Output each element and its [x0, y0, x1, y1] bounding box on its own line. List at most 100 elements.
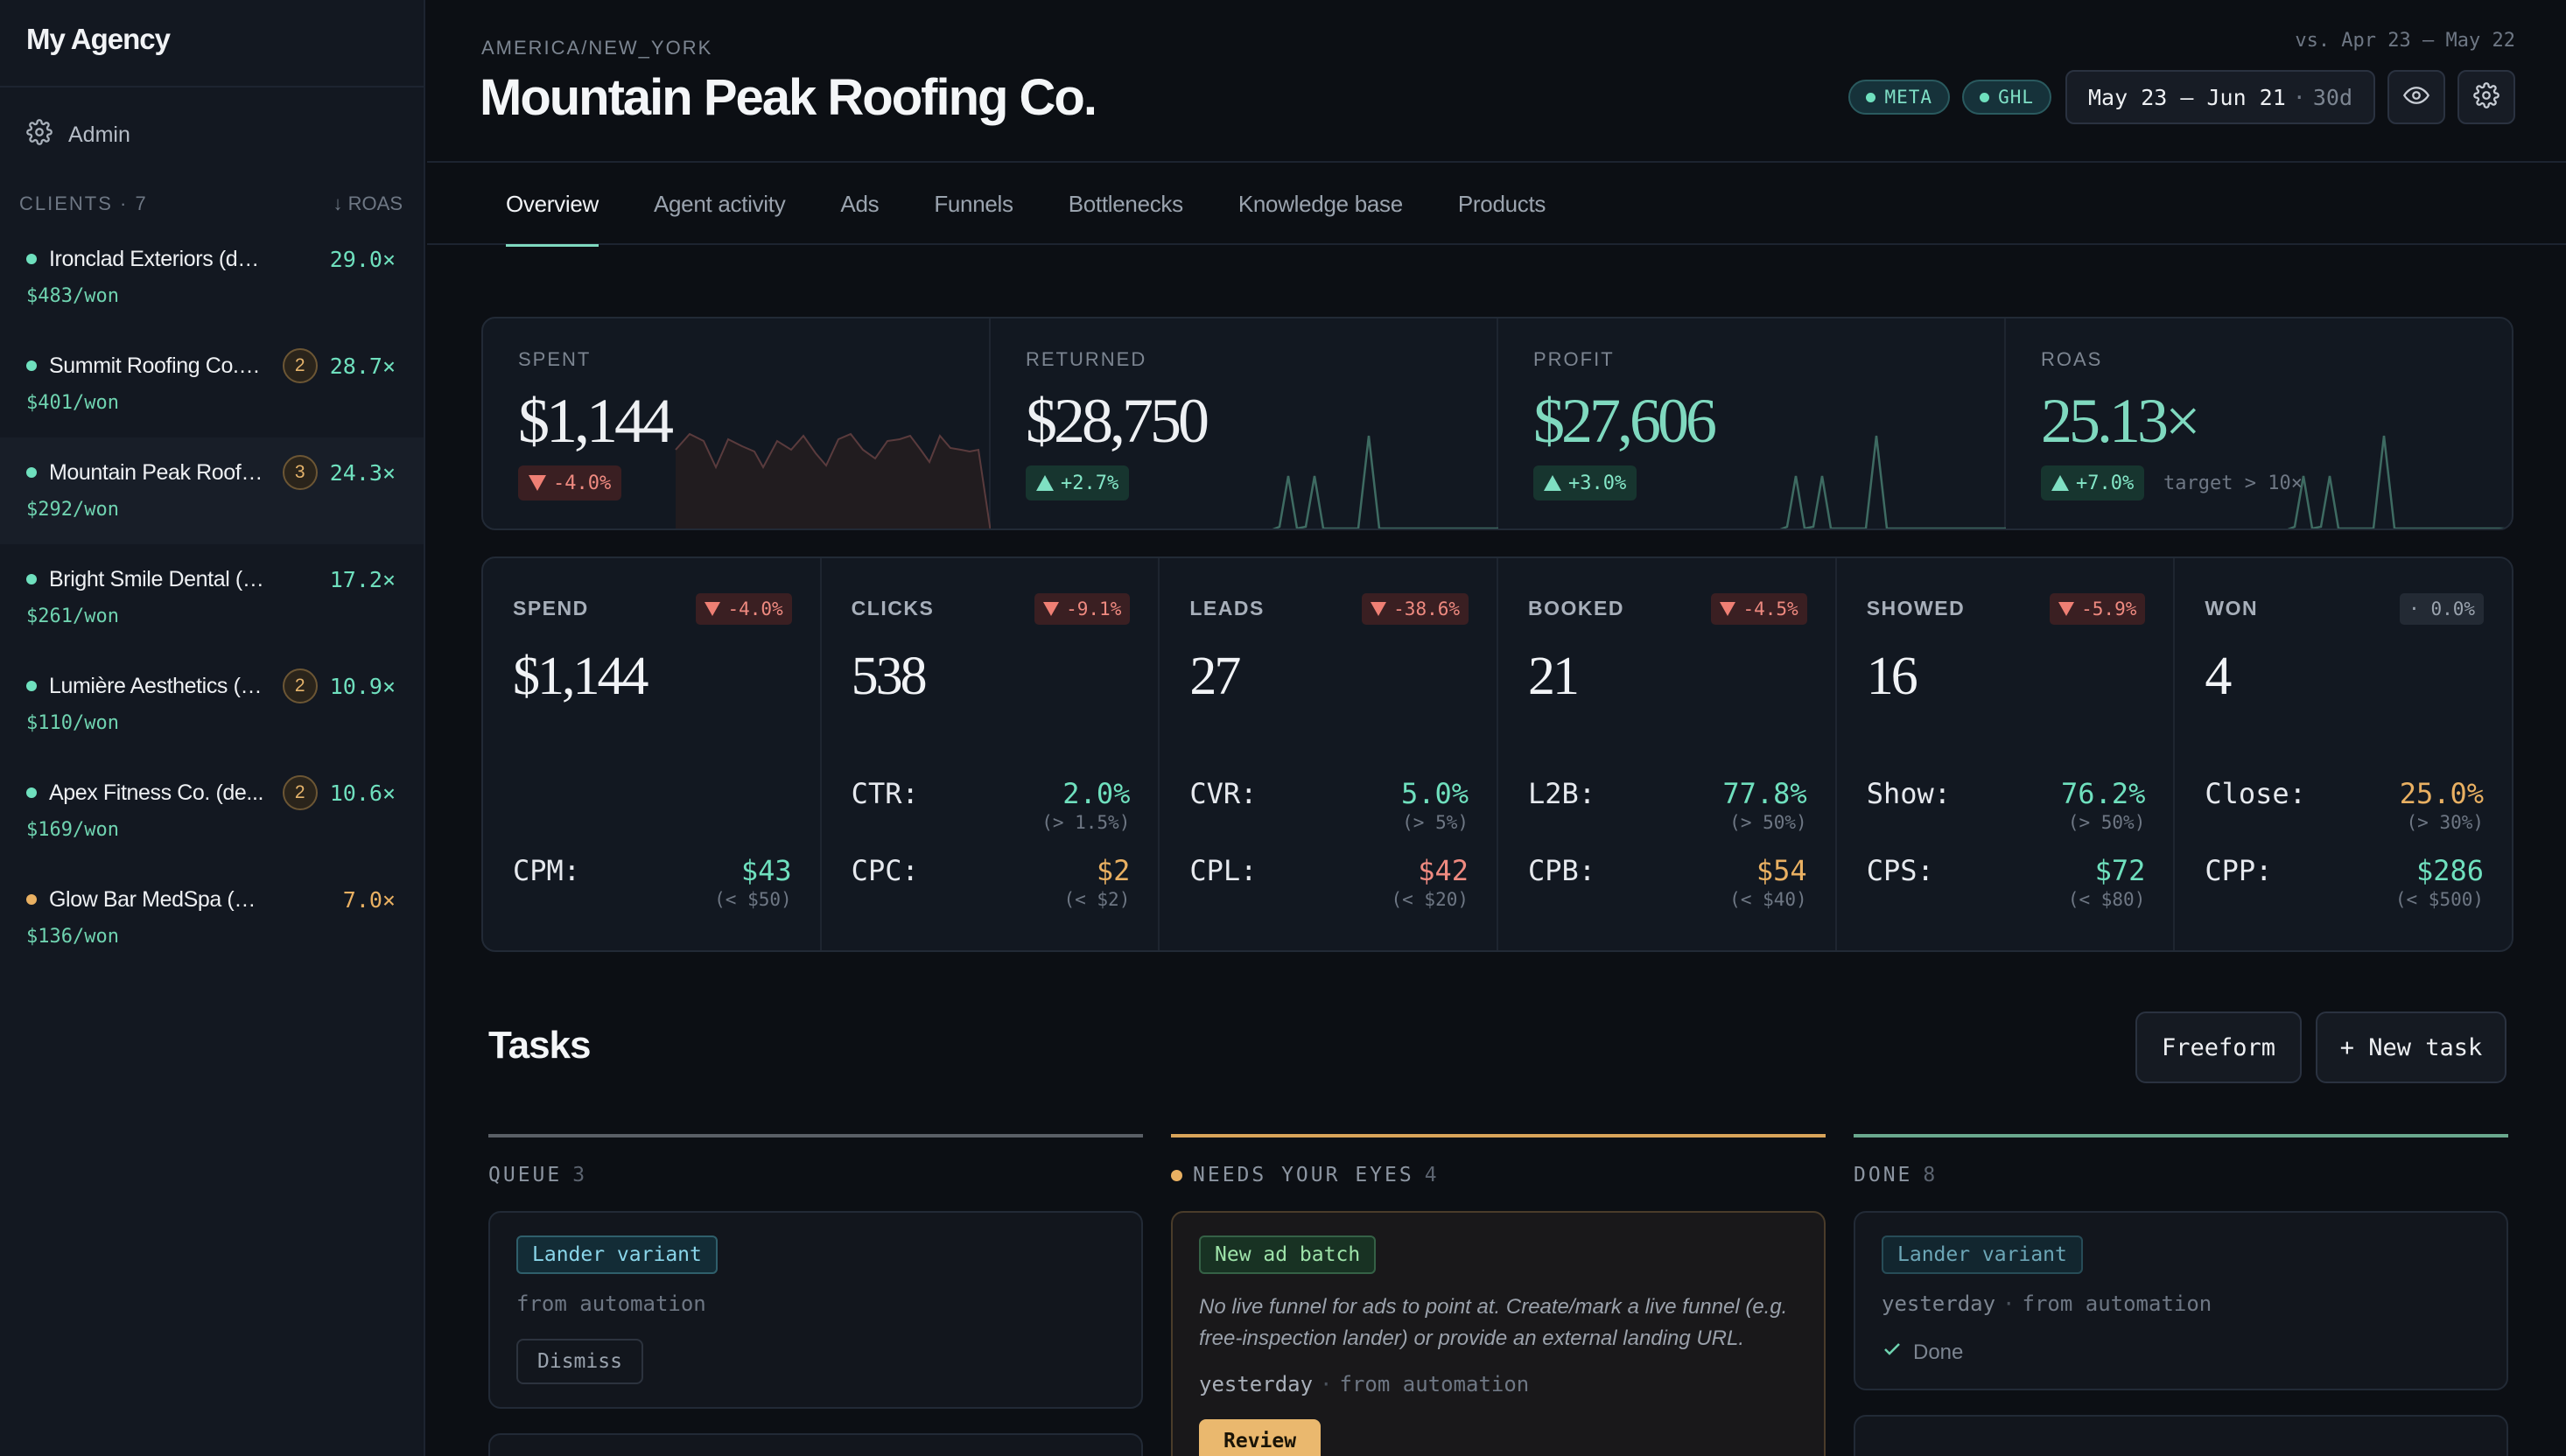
metric-value: 538 [851, 647, 928, 706]
tab-knowledge-base[interactable]: Knowledge base [1238, 163, 1403, 245]
metric-change: -4.0% [727, 598, 783, 620]
tab-products[interactable]: Products [1458, 163, 1546, 245]
brand-name[interactable]: My Agency [0, 0, 424, 88]
client-roas: 7.0× [342, 886, 396, 913]
ratio-value: $54 [1756, 854, 1807, 887]
client-item[interactable]: Summit Roofing Co. (... 2 28.7× $401/won [0, 331, 424, 438]
ratio-label: Show: [1866, 777, 1952, 810]
tab-ads[interactable]: Ads [840, 163, 879, 245]
client-item[interactable]: Mountain Peak Roofin... 3 24.3× $292/won [0, 438, 424, 544]
kpi-change: +2.7% [1061, 472, 1119, 494]
metric-value: 21 [1528, 647, 1580, 706]
metric-ratio: CPC: $2 (< $2) [852, 854, 1131, 915]
metric-ratio: CTR: 2.0% (> 1.5%) [852, 777, 1131, 838]
client-item[interactable]: Lumière Aesthetics (d... 2 10.9× $110/wo… [0, 651, 424, 758]
ratio-value: 25.0% [2399, 777, 2485, 810]
client-cost-per-won: $261/won [26, 606, 119, 627]
status-dot [26, 574, 37, 584]
meta-source-pill[interactable]: META [1848, 80, 1951, 115]
page-header: AMERICA/NEW_YORK Mountain Peak Roofing C… [427, 0, 2566, 163]
new-task-button[interactable]: + New task [2316, 1012, 2506, 1083]
settings-button[interactable] [2457, 70, 2515, 124]
metric-spend: SPEND -4.0% $1,144 CPM: $43 (< $50) [483, 558, 822, 950]
task-card[interactable] [488, 1433, 1143, 1456]
main-content: AMERICA/NEW_YORK Mountain Peak Roofing C… [427, 0, 2566, 1456]
ghl-source-pill[interactable]: GHL [1962, 80, 2051, 115]
client-name: Summit Roofing Co. (... [49, 353, 264, 378]
page-title: Mountain Peak Roofing Co. [480, 69, 1097, 126]
kpi-change-badge: -4.0% [518, 466, 622, 500]
task-description: No live funnel for ads to point at. Crea… [1199, 1295, 1788, 1350]
ratio-label: CPC: [851, 854, 919, 887]
ratio-target: (< $80) [2067, 889, 2146, 910]
task-meta: yesterday · from automation [1882, 1292, 2480, 1316]
tab-funnels[interactable]: Funnels [934, 163, 1013, 245]
client-roas: 28.7× [329, 353, 396, 379]
needs-your-eyes-column: NEEDS YOUR EYES 4 New ad batch No live f… [1171, 1134, 1826, 1456]
freeform-button[interactable]: Freeform [2135, 1012, 2302, 1083]
client-item[interactable]: Bright Smile Dental (demo) 17.2× $261/wo… [0, 544, 424, 651]
client-list: Ironclad Exteriors (demo) 29.0× $483/won… [0, 224, 424, 971]
ratio-target: (> 30%) [2406, 812, 2485, 833]
ratio-label: L2B: [1528, 777, 1596, 810]
kpi-change: -4.0% [553, 472, 612, 494]
ratio-label: CPP: [2205, 854, 2273, 887]
admin-link[interactable]: Admin [0, 88, 424, 182]
ratio-label: Close: [2205, 777, 2306, 810]
ghl-label: GHL [1998, 87, 2034, 108]
client-roas: 10.9× [329, 673, 396, 699]
sort-roas-button[interactable]: ↓ ROAS [333, 192, 403, 215]
date-range-picker[interactable]: May 23 – Jun 21 · 30d [2065, 70, 2375, 124]
task-card[interactable]: Lander variant yesterday · from automation… [1854, 1211, 2508, 1390]
ratio-label: CPL: [1189, 854, 1258, 887]
metric-label: SHOWED [1866, 597, 1966, 620]
up-arrow-icon [2051, 475, 2069, 491]
status-dot [26, 788, 37, 798]
ratio-target: (< $20) [1391, 889, 1469, 910]
metric-change-badge: · 0.0% [2400, 593, 2485, 625]
client-item[interactable]: Ironclad Exteriors (demo) 29.0× $483/won [0, 224, 424, 331]
visibility-button[interactable] [2387, 70, 2445, 124]
header-controls: META GHL May 23 – Jun 21 · 30d [1848, 70, 2515, 124]
task-card[interactable] [1854, 1415, 2508, 1456]
ratio-value: 76.2% [2061, 777, 2146, 810]
tab-agent-activity[interactable]: Agent activity [654, 163, 786, 245]
metric-label: SPEND [513, 597, 589, 620]
meta-label: META [1884, 87, 1933, 108]
ratio-value: 2.0% [1062, 777, 1131, 810]
metric-won: WON · 0.0% 4 Close: 25.0% (> 30%) CPP: $… [2175, 558, 2512, 950]
status-dot [1866, 92, 1876, 102]
kpi-returned: RETURNED $28,750 +2.7% [991, 318, 1498, 528]
dismiss-button[interactable]: Dismiss [516, 1339, 643, 1384]
tab-overview[interactable]: Overview [506, 163, 599, 247]
task-tag: New ad batch [1199, 1236, 1377, 1274]
kpi-label: SPENT [518, 348, 592, 370]
task-card[interactable]: Lander variant from automation Dismiss [488, 1211, 1143, 1409]
down-arrow-icon [1720, 602, 1736, 616]
eye-icon [2402, 82, 2430, 113]
client-item[interactable]: Apex Fitness Co. (de... 2 10.6× $169/won [0, 758, 424, 864]
clients-header: CLIENTS · 7 ↓ ROAS [0, 182, 424, 224]
ratio-label: CVR: [1189, 777, 1258, 810]
client-roas: 17.2× [329, 566, 396, 592]
gear-icon [26, 118, 53, 151]
metric-change: -4.5% [1742, 598, 1798, 620]
metric-ratio: L2B: 77.8% (> 50%) [1528, 777, 1807, 838]
client-item[interactable]: Glow Bar MedSpa (demo) 7.0× $136/won [0, 864, 424, 971]
client-cost-per-won: $401/won [26, 392, 119, 414]
alert-count-badge: 2 [282, 348, 318, 383]
metric-leads: LEADS -38.6% 27 CVR: 5.0% (> 5%) CPL: $4… [1160, 558, 1499, 950]
task-source: from automation [516, 1292, 706, 1316]
kpi-change-badge: +7.0% [2041, 466, 2145, 500]
task-tag: Lander variant [1882, 1236, 2083, 1274]
ratio-value: $43 [740, 854, 792, 887]
task-card[interactable]: New ad batch No live funnel for ads to p… [1171, 1211, 1826, 1456]
roas-target: target > 10× [2163, 472, 2303, 494]
status-dot [26, 894, 37, 905]
queue-column: QUEUE 3 Lander variant from automation D… [488, 1134, 1143, 1456]
done-column: DONE 8 Lander variant yesterday · from aut… [1854, 1134, 2508, 1456]
up-arrow-icon [1036, 475, 1054, 491]
review-button[interactable]: Review [1199, 1419, 1322, 1456]
date-separator: · [2292, 84, 2306, 110]
tab-bottlenecks[interactable]: Bottlenecks [1069, 163, 1183, 245]
